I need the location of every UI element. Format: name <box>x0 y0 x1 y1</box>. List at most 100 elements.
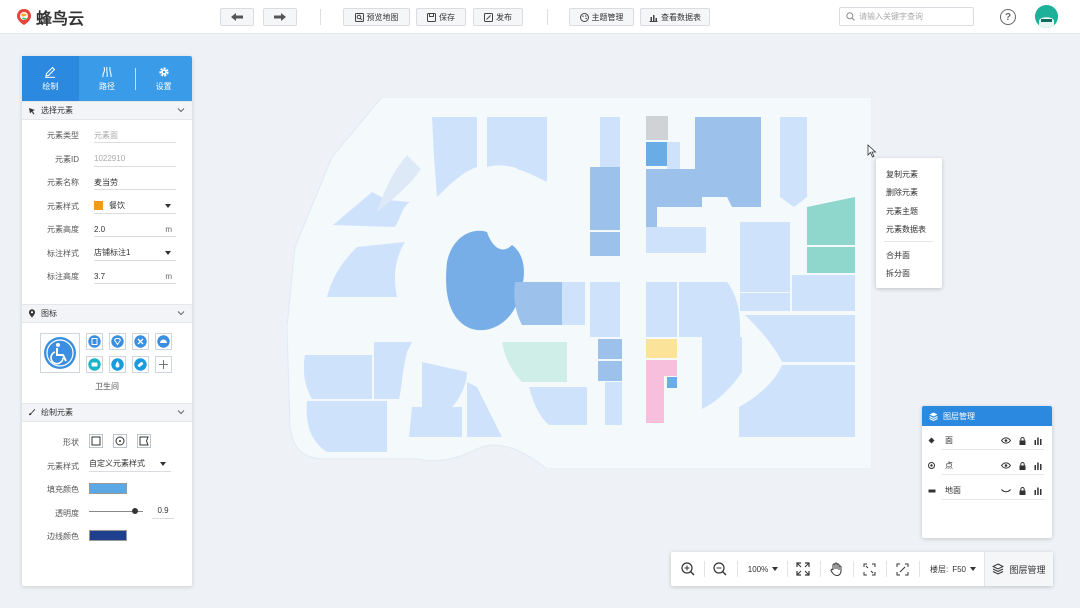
shape-polygon-button[interactable] <box>137 433 151 448</box>
shape-rectangle-button[interactable] <box>89 433 103 448</box>
room[interactable] <box>646 227 706 253</box>
fill-color-picker[interactable] <box>89 482 127 494</box>
icon-option-dining[interactable] <box>155 332 172 350</box>
select-element-header[interactable]: 选择元素 <box>22 101 192 120</box>
toolbar-separator <box>820 561 821 577</box>
search-box[interactable] <box>839 7 974 26</box>
room[interactable] <box>605 382 622 425</box>
menu-copy-element[interactable]: 复制元素 <box>876 165 942 184</box>
layer-row-point[interactable]: 点 <box>928 453 1044 478</box>
room[interactable] <box>740 222 790 292</box>
view-datatable-button[interactable]: 查看数据表 <box>640 8 710 26</box>
layer-row-face[interactable]: 面 <box>928 428 1044 453</box>
element-style-select[interactable]: 餐饮 <box>94 199 176 214</box>
room[interactable] <box>780 117 807 207</box>
room[interactable] <box>646 169 657 227</box>
room[interactable] <box>646 142 668 166</box>
menu-merge-faces[interactable]: 合并面 <box>876 246 942 265</box>
zoom-in-button[interactable] <box>677 552 699 586</box>
eye-icon[interactable] <box>1001 437 1011 444</box>
help-icon[interactable]: ? <box>1000 9 1016 25</box>
room[interactable] <box>646 116 668 140</box>
redo-button[interactable] <box>263 8 297 26</box>
eye-closed-icon[interactable] <box>1001 487 1011 494</box>
room[interactable] <box>667 377 677 388</box>
room[interactable] <box>667 142 680 172</box>
layer-row-ground[interactable]: 地面 <box>928 478 1044 503</box>
label-style-select[interactable]: 店铺标注1 <box>94 246 176 261</box>
room[interactable] <box>792 275 855 311</box>
room[interactable] <box>598 361 622 381</box>
floor-select[interactable]: 楼层: F50 <box>923 552 983 586</box>
label-height-input[interactable]: 3.7 m <box>94 269 176 285</box>
room-food[interactable] <box>646 339 677 358</box>
fullscreen-button[interactable] <box>791 552 815 586</box>
publish-button[interactable]: 发布 <box>473 8 523 26</box>
rotate-view-button[interactable] <box>890 552 914 586</box>
room[interactable] <box>598 339 622 359</box>
chevron-down-icon[interactable] <box>177 106 185 114</box>
chevron-down-icon[interactable] <box>177 408 185 416</box>
room[interactable] <box>590 282 620 337</box>
room[interactable] <box>646 282 677 337</box>
room[interactable] <box>409 407 462 437</box>
room[interactable] <box>514 282 562 325</box>
icon-option-restroom[interactable] <box>40 332 80 373</box>
menu-split-face[interactable]: 拆分面 <box>876 265 942 284</box>
icon-option-jewelry[interactable] <box>109 332 126 350</box>
avatar[interactable] <box>1035 5 1058 28</box>
floor-map[interactable] <box>287 97 872 469</box>
icon-section-header[interactable]: 图标 <box>22 303 192 323</box>
logo[interactable]: 蜂鸟云 <box>16 7 84 28</box>
opacity-value-input[interactable]: 0.9 <box>152 504 174 519</box>
layer-manage-button[interactable]: 图层管理 <box>984 552 1053 586</box>
undo-button[interactable] <box>220 8 254 26</box>
tab-path[interactable]: 路径 <box>79 56 136 101</box>
menu-delete-element[interactable]: 删除元素 <box>876 184 942 203</box>
draw-element-header[interactable]: 绘制元素 <box>22 402 192 422</box>
bar-chart-icon[interactable] <box>1034 487 1042 495</box>
tab-draw[interactable]: 绘制 <box>22 56 79 101</box>
shape-circle-button[interactable] <box>113 433 127 448</box>
menu-element-datatable[interactable]: 元素数据表 <box>876 221 942 240</box>
room[interactable] <box>562 282 585 325</box>
element-name-input[interactable]: 麦当劳 <box>94 175 176 191</box>
room[interactable] <box>807 247 855 273</box>
zoom-out-button[interactable] <box>709 552 731 586</box>
preview-map-button[interactable]: 预览地图 <box>343 8 410 26</box>
room-selected[interactable] <box>646 360 664 423</box>
search-input[interactable] <box>859 12 969 21</box>
icon-option-phone[interactable] <box>86 355 103 373</box>
room[interactable] <box>679 282 741 337</box>
draw-style-select[interactable]: 自定义元素样式 <box>89 457 171 472</box>
room[interactable] <box>740 293 790 311</box>
element-style-value: 餐饮 <box>109 201 125 211</box>
icon-option-water[interactable] <box>109 355 126 373</box>
room[interactable] <box>303 355 372 399</box>
menu-element-theme[interactable]: 元素主题 <box>876 202 942 221</box>
lock-icon[interactable] <box>1019 436 1026 445</box>
theme-manage-button[interactable]: 主题管理 <box>569 8 634 26</box>
stroke-color-picker[interactable] <box>89 529 127 541</box>
pan-button[interactable] <box>824 552 848 586</box>
room[interactable] <box>590 232 620 256</box>
lock-icon[interactable] <box>1019 486 1026 495</box>
fit-view-button[interactable] <box>857 552 881 586</box>
opacity-slider-handle[interactable] <box>132 507 138 514</box>
add-icon-button[interactable] <box>155 355 172 373</box>
icon-option-atm[interactable] <box>86 332 103 350</box>
element-height-input[interactable]: 2.0 m <box>94 222 176 238</box>
chevron-down-icon[interactable] <box>177 309 185 317</box>
zoom-level-select[interactable]: 100% <box>741 552 785 586</box>
lock-icon[interactable] <box>1019 461 1026 470</box>
save-button[interactable]: 保存 <box>416 8 466 26</box>
icon-option-pharmacy[interactable] <box>132 355 149 373</box>
icon-option-service[interactable] <box>132 332 149 350</box>
bar-chart-icon[interactable] <box>1034 437 1042 445</box>
eye-icon[interactable] <box>1001 462 1011 469</box>
room-selected[interactable] <box>664 360 677 376</box>
room[interactable] <box>306 401 387 452</box>
room[interactable] <box>590 194 620 230</box>
bar-chart-icon[interactable] <box>1034 462 1042 470</box>
tab-settings[interactable]: 设置 <box>135 56 192 101</box>
